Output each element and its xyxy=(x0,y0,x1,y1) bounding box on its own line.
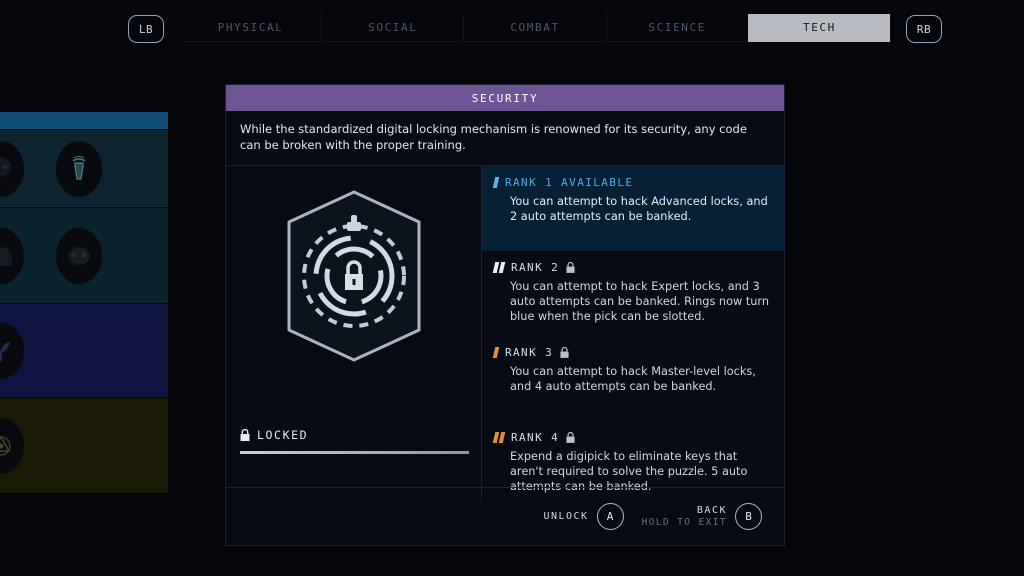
plant-icon xyxy=(0,341,10,361)
rank-pips-icon xyxy=(492,346,500,358)
rank-title: RANK 3 xyxy=(505,345,554,359)
tab-science[interactable]: SCIENCE xyxy=(605,14,748,42)
sidebar-row[interactable] xyxy=(0,112,168,130)
sidebar-skill-tile[interactable] xyxy=(56,140,102,197)
rank-pips-icon xyxy=(492,431,506,443)
rank-header: RANK 2 xyxy=(492,258,770,277)
sidebar-row[interactable] xyxy=(0,130,168,208)
sidebar-row[interactable] xyxy=(0,208,168,304)
rank-title: RANK 2 xyxy=(511,260,560,274)
tab-label: SOCIAL xyxy=(368,21,418,34)
skull-icon xyxy=(0,156,11,177)
b-button-icon[interactable]: B xyxy=(735,503,762,530)
rank-description: You can attempt to hack Expert locks, an… xyxy=(510,280,770,323)
sidebar-row[interactable] xyxy=(0,304,168,398)
right-bumper-icon[interactable]: RB xyxy=(906,15,942,43)
lock-icon xyxy=(240,429,250,441)
category-tab-bar: LB PHYSICAL SOCIAL COMBAT SCIENCE TECH RB xyxy=(0,0,1024,52)
tab-label: PHYSICAL xyxy=(217,21,284,34)
skill-sidebar[interactable] xyxy=(0,112,168,496)
rank-row[interactable]: RANK 3 You can attempt to hack Master-lev… xyxy=(482,336,784,421)
tab-physical[interactable]: PHYSICAL xyxy=(180,14,322,42)
sidebar-skill-tile[interactable] xyxy=(0,140,24,197)
rank-pip xyxy=(498,261,506,273)
panel-header: SECURITY xyxy=(226,85,784,111)
skill-detail-panel: SECURITY While the standardized digital … xyxy=(225,84,785,546)
rank-description: You can attempt to hack Master-level loc… xyxy=(510,365,756,393)
rank-list[interactable]: RANK 1 AVAILABLE You can attempt to hack … xyxy=(482,166,784,502)
category-tabs[interactable]: PHYSICAL SOCIAL COMBAT SCIENCE TECH xyxy=(180,14,891,42)
lock-icon xyxy=(560,346,569,358)
skill-description: While the standardized digital locking m… xyxy=(226,111,784,166)
tab-tech[interactable]: TECH xyxy=(747,14,891,42)
progress-bar xyxy=(240,451,469,454)
page-title: SECURITY xyxy=(471,91,539,105)
skill-progress: LOCKED xyxy=(240,428,469,454)
rank-pip xyxy=(492,176,500,188)
footer-action-bar: UNLOCK A BACK HOLD TO EXIT B xyxy=(226,487,784,545)
rank-header: RANK 4 xyxy=(492,428,770,447)
lock-icon xyxy=(566,261,575,273)
back-label: BACK xyxy=(696,504,727,516)
rank-header: RANK 3 xyxy=(492,343,770,362)
rank-lock-icon xyxy=(566,258,575,277)
lock-icon xyxy=(566,431,575,443)
tab-social[interactable]: SOCIAL xyxy=(321,14,464,42)
sidebar-row[interactable] xyxy=(0,398,168,494)
rank-header: RANK 1 AVAILABLE xyxy=(492,175,770,189)
flashlight-icon xyxy=(72,155,86,180)
panel-body: LOCKED RANK 1 AVAILABLE You can attempt t… xyxy=(226,166,784,502)
tab-label: SCIENCE xyxy=(648,21,706,34)
hold-to-exit-label: HOLD TO EXIT xyxy=(641,516,727,528)
mask-icon xyxy=(68,246,90,265)
atom-icon xyxy=(0,434,11,456)
a-button-icon[interactable]: A xyxy=(596,503,624,530)
tab-label: TECH xyxy=(802,21,836,34)
sidebar-skill-tile[interactable] xyxy=(0,227,24,284)
tab-combat[interactable]: COMBAT xyxy=(463,14,606,42)
rank-pip xyxy=(498,431,506,443)
rank-pip xyxy=(492,346,500,358)
left-bumper-icon[interactable]: LB xyxy=(128,15,164,43)
rank-lock-icon xyxy=(560,343,569,362)
rank-lock-icon xyxy=(566,428,575,447)
rank-row[interactable]: RANK 1 AVAILABLE You can attempt to hack … xyxy=(482,166,784,251)
rank-description: You can attempt to hack Advanced locks, … xyxy=(510,195,768,223)
unlock-action[interactable]: UNLOCK A xyxy=(543,503,624,530)
status-label: LOCKED xyxy=(257,428,309,442)
rank-pips-icon xyxy=(492,176,500,188)
unlock-label: UNLOCK xyxy=(543,510,589,522)
back-label-stack: BACK HOLD TO EXIT xyxy=(642,505,727,529)
sidebar-skill-tile[interactable] xyxy=(56,227,102,284)
status-badge: LOCKED xyxy=(240,428,469,442)
rank-title: RANK 4 xyxy=(511,430,560,444)
sidebar-skill-tile[interactable] xyxy=(0,322,24,379)
skill-menu-screen: LB PHYSICAL SOCIAL COMBAT SCIENCE TECH RB SE… xyxy=(0,0,1024,576)
lock-rings-icon xyxy=(287,190,420,362)
sidebar-skill-tile[interactable] xyxy=(0,417,24,474)
skill-summary-column: LOCKED xyxy=(226,166,482,502)
back-action[interactable]: BACK HOLD TO EXIT B xyxy=(642,503,762,530)
rank-title: RANK 1 AVAILABLE xyxy=(505,175,634,189)
helmet-icon xyxy=(0,246,12,266)
skill-badge xyxy=(226,188,481,364)
rank-row[interactable]: RANK 2 You can attempt to hack Expert loc… xyxy=(482,251,784,336)
rank-pips-icon xyxy=(492,261,506,273)
tab-label: COMBAT xyxy=(510,21,560,34)
